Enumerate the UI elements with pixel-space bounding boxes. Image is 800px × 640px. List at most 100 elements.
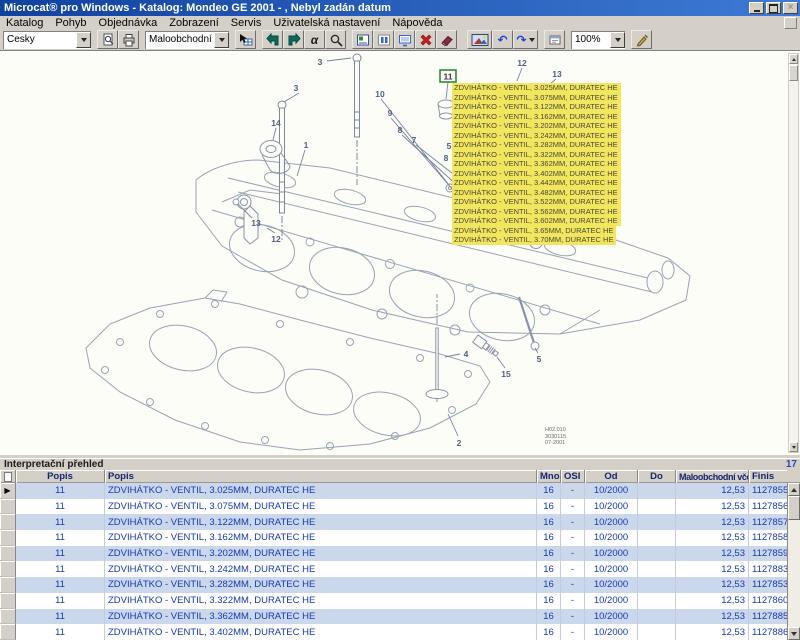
row-selector-cell[interactable] (0, 499, 16, 515)
chevron-down-icon[interactable] (214, 32, 229, 48)
column-header-1[interactable]: Popis (105, 470, 537, 483)
highlight-item[interactable]: ZDVIHÁTKO - VENTIL, 3.522MM, DURATEC HE (452, 197, 621, 207)
highlight-item[interactable]: ZDVIHÁTKO - VENTIL, 3.442MM, DURATEC HE (452, 178, 621, 188)
callout-8[interactable]: 8 (444, 153, 449, 163)
table-scrollbar[interactable] (787, 483, 800, 640)
chevron-down-icon[interactable] (610, 32, 625, 48)
row-selector-cell[interactable] (0, 577, 16, 593)
callout-13[interactable]: 13 (552, 69, 562, 79)
column-header-2[interactable]: Mno (537, 470, 561, 483)
callout-1[interactable]: 1 (304, 140, 309, 150)
highlight-item[interactable]: ZDVIHÁTKO - VENTIL, 3.242MM, DURATEC HE (452, 131, 621, 141)
callout-5[interactable]: 5 (537, 354, 542, 364)
highlight-item[interactable]: ZDVIHÁTKO - VENTIL, 3.65MM, DURATEC HE (452, 226, 616, 236)
column-header-4[interactable]: Od (585, 470, 638, 483)
table-row[interactable]: 11ZDVIHÁTKO - VENTIL, 3.122MM, DURATEC H… (0, 514, 787, 530)
alpha-index-button[interactable]: α (304, 30, 325, 49)
window-view-button[interactable] (394, 30, 415, 49)
zoom-select[interactable]: 100% (571, 31, 625, 49)
callout-7[interactable]: 7 (412, 135, 417, 145)
interpretation-columns-button[interactable] (373, 30, 394, 49)
highlight-item[interactable]: ZDVIHÁTKO - VENTIL, 3.025MM, DURATEC HE (452, 83, 621, 93)
scroll-down-icon[interactable] (789, 442, 798, 452)
mdi-restore-button[interactable] (784, 17, 797, 29)
highlight-item[interactable]: ZDVIHÁTKO - VENTIL, 3.162MM, DURATEC HE (452, 112, 621, 122)
highlight-item[interactable]: ZDVIHÁTKO - VENTIL, 3.122MM, DURATEC HE (452, 102, 621, 112)
callout-3[interactable]: 3 (318, 57, 323, 67)
highlight-item[interactable]: ZDVIHÁTKO - VENTIL, 3.402MM, DURATEC HE (452, 169, 621, 179)
table-row[interactable]: 11ZDVIHÁTKO - VENTIL, 3.402MM, DURATEC H… (0, 624, 787, 640)
highlight-item[interactable]: ZDVIHÁTKO - VENTIL, 3.362MM, DURATEC HE (452, 159, 621, 169)
previous-illustration-button[interactable] (262, 30, 283, 49)
image-frame-button[interactable] (352, 30, 373, 49)
highlight-item[interactable]: ZDVIHÁTKO - VENTIL, 3.202MM, DURATEC HE (452, 121, 621, 131)
select-all-header-cell[interactable] (0, 470, 16, 483)
highlight-item[interactable]: ZDVIHÁTKO - VENTIL, 3.282MM, DURATEC HE (452, 140, 621, 150)
column-header-0[interactable]: Popis (16, 470, 105, 483)
table-row[interactable]: 11ZDVIHÁTKO - VENTIL, 3.162MM, DURATEC H… (0, 530, 787, 546)
scroll-down-icon[interactable] (788, 627, 800, 640)
callout-10[interactable]: 10 (375, 89, 385, 99)
callout-13[interactable]: 13 (251, 218, 261, 228)
close-button[interactable]: × (783, 2, 798, 14)
row-selector-cell[interactable]: ▶ (0, 483, 16, 499)
highlight-item[interactable]: ZDVIHÁTKO - VENTIL, 3.602MM, DURATEC HE (452, 216, 621, 226)
row-selector-cell[interactable] (0, 624, 16, 640)
row-selector-cell[interactable] (0, 514, 16, 530)
menu-servis[interactable]: Servis (225, 17, 268, 29)
table-row[interactable]: ▶11ZDVIHÁTKO - VENTIL, 3.025MM, DURATEC … (0, 483, 787, 499)
scroll-up-icon[interactable] (788, 483, 800, 496)
callout-5[interactable]: 5 (447, 141, 452, 151)
callout-12[interactable]: 12 (517, 58, 527, 68)
table-row[interactable]: 11ZDVIHÁTKO - VENTIL, 3.322MM, DURATEC H… (0, 593, 787, 609)
illustration-area[interactable]: 3314110987131212135841552 11 ZDVIHÁTKO -… (0, 51, 800, 455)
chevron-down-icon[interactable] (76, 32, 91, 48)
redo-button[interactable]: ↷ (513, 30, 538, 49)
delete-button[interactable] (415, 30, 436, 49)
highlight-item[interactable]: ZDVIHÁTKO - VENTIL, 3.322MM, DURATEC HE (452, 150, 621, 160)
column-header-3[interactable]: OSI (561, 470, 585, 483)
eraser-button[interactable] (436, 30, 457, 49)
minimize-button[interactable] (749, 2, 764, 14)
language-select[interactable]: Cesky (3, 31, 91, 49)
redo-dropdown-icon[interactable] (529, 38, 535, 42)
table-row[interactable]: 11ZDVIHÁTKO - VENTIL, 3.282MM, DURATEC H… (0, 577, 787, 593)
column-header-6[interactable]: Maloobchodní včet (676, 470, 749, 483)
row-selector-cell[interactable] (0, 546, 16, 562)
menu-katalog[interactable]: Katalog (0, 17, 49, 29)
table-row[interactable]: 11ZDVIHÁTKO - VENTIL, 3.242MM, DURATEC H… (0, 561, 787, 577)
small-window-button[interactable] (544, 30, 565, 49)
menu-uzivatelska-nastaveni[interactable]: Uživatelská nastavení (267, 17, 386, 29)
menu-zobrazeni[interactable]: Zobrazení (163, 17, 225, 29)
zoom-button[interactable] (325, 30, 346, 49)
menu-objednavka[interactable]: Objednávka (93, 17, 164, 29)
highlight-item[interactable]: ZDVIHÁTKO - VENTIL, 3.075MM, DURATEC HE (452, 93, 621, 103)
row-selector-cell[interactable] (0, 609, 16, 625)
scroll-up-icon[interactable] (789, 54, 798, 64)
select-pointer-button[interactable] (235, 30, 256, 49)
menu-pohyb[interactable]: Pohyb (49, 17, 92, 29)
callout-4[interactable]: 4 (464, 349, 469, 359)
callout-2[interactable]: 2 (457, 438, 462, 448)
highlight-item[interactable]: ZDVIHÁTKO - VENTIL, 3.482MM, DURATEC HE (452, 188, 621, 198)
callout-9[interactable]: 9 (388, 108, 393, 118)
callout-3[interactable]: 3 (294, 83, 299, 93)
table-row[interactable]: 11ZDVIHÁTKO - VENTIL, 3.075MM, DURATEC H… (0, 499, 787, 515)
table-row[interactable]: 11ZDVIHÁTKO - VENTIL, 3.202MM, DURATEC H… (0, 546, 787, 562)
scrollbar-thumb[interactable] (788, 496, 800, 520)
callout-15[interactable]: 15 (501, 369, 511, 379)
column-header-7[interactable]: Finis (749, 470, 787, 483)
highlight-item[interactable]: ZDVIHÁTKO - VENTIL, 3.562MM, DURATEC HE (452, 207, 621, 217)
table-row[interactable]: 11ZDVIHÁTKO - VENTIL, 3.362MM, DURATEC H… (0, 609, 787, 625)
undo-button[interactable]: ↶ (492, 30, 513, 49)
row-selector-cell[interactable] (0, 561, 16, 577)
callout-14[interactable]: 14 (271, 118, 281, 128)
column-header-5[interactable]: Do (638, 470, 676, 483)
wand-button[interactable] (631, 30, 652, 49)
row-selector-cell[interactable] (0, 593, 16, 609)
picture-mode-button[interactable] (467, 30, 492, 49)
illustration-scrollbar[interactable] (788, 53, 799, 453)
callout-8[interactable]: 8 (398, 125, 403, 135)
next-illustration-button[interactable] (283, 30, 304, 49)
print-preview-button[interactable] (97, 30, 118, 49)
